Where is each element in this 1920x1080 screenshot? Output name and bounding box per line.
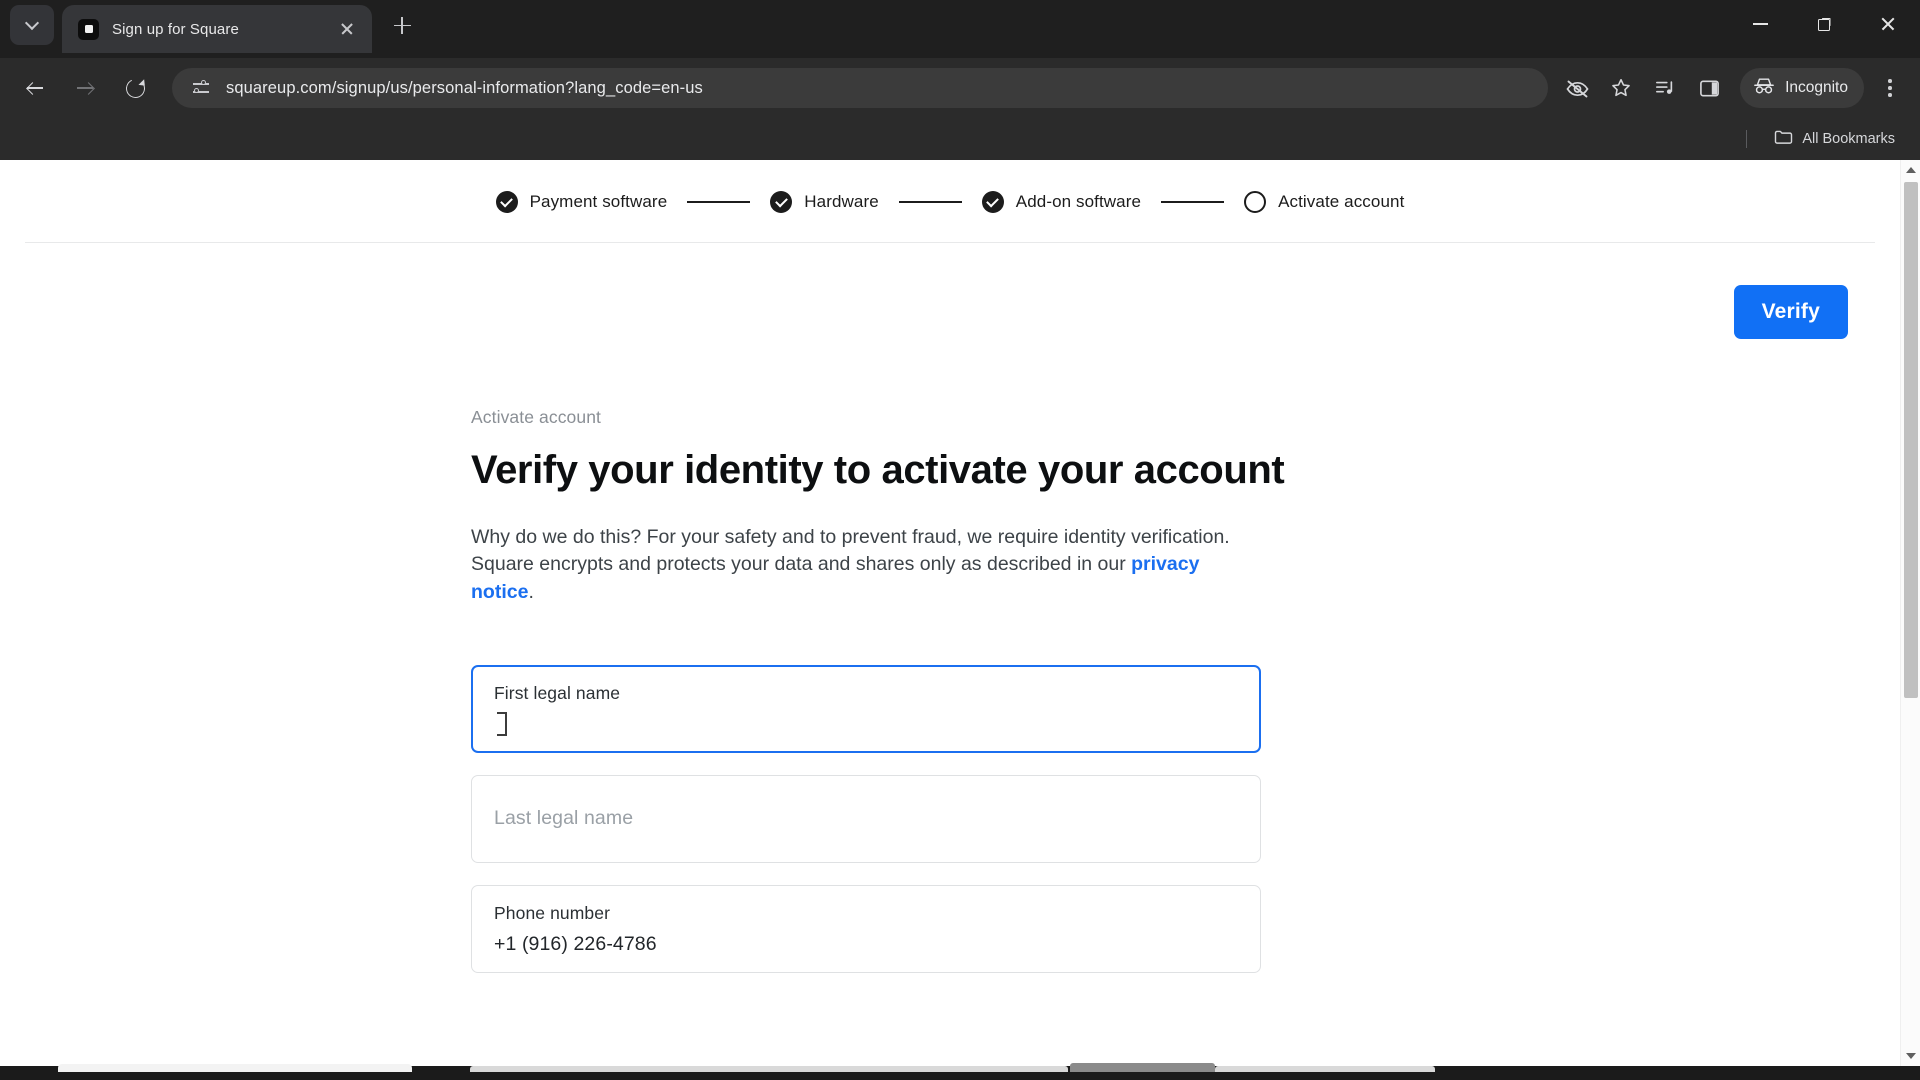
- description-line-2-before: Square encrypts and protects your data a…: [471, 553, 1132, 576]
- identity-form: First legal name Last legal name Phone n…: [471, 664, 1435, 973]
- close-icon: [340, 22, 354, 36]
- page-title: Verify your identity to activate your ac…: [471, 448, 1285, 492]
- browser-toolbar: squareup.com/signup/us/personal-informat…: [0, 58, 1920, 118]
- verify-button[interactable]: Verify: [1733, 285, 1848, 339]
- step-activate-account[interactable]: Activate account: [1244, 191, 1404, 213]
- os-taskbar: [0, 1063, 1920, 1080]
- close-window-button[interactable]: [1856, 0, 1920, 48]
- profile-label: Incognito: [1785, 79, 1848, 96]
- section-eyebrow: Activate account: [471, 407, 602, 427]
- tab-strip: Sign up for Square: [0, 0, 1920, 58]
- media-playlist-icon: [1654, 78, 1676, 98]
- scroll-up-arrow-icon[interactable]: [1901, 160, 1920, 180]
- incognito-hat-icon: [1752, 76, 1776, 101]
- step-check-icon: [770, 191, 793, 213]
- window-controls: [1728, 0, 1920, 48]
- taskbar-window-preview: [1215, 1066, 1435, 1072]
- phone-number-value: +1 (916) 226-4786: [494, 932, 657, 955]
- maximize-button[interactable]: [1792, 0, 1856, 48]
- tab-search-button[interactable]: [10, 4, 54, 45]
- first-legal-name-field[interactable]: First legal name: [471, 664, 1261, 753]
- taskbar-window-preview: [470, 1066, 1068, 1072]
- reload-icon: [122, 75, 148, 101]
- last-legal-name-field[interactable]: Last legal name: [471, 774, 1261, 863]
- plus-icon: [393, 17, 411, 34]
- phone-number-field[interactable]: Phone number +1 (916) 226-4786: [471, 884, 1261, 973]
- minimize-button[interactable]: [1728, 0, 1792, 48]
- first-legal-name-label: First legal name: [494, 682, 621, 703]
- folder-icon: [1774, 129, 1793, 150]
- all-bookmarks-button[interactable]: All Bookmarks: [1765, 124, 1904, 155]
- side-panel-icon: [1699, 78, 1720, 99]
- close-window-icon: [1880, 16, 1896, 32]
- description-line-1: Why do we do this? For your safety and t…: [471, 525, 1230, 548]
- verify-action-row: Verify: [0, 243, 1900, 339]
- step-label: Add-on software: [1015, 192, 1142, 211]
- text-cursor-icon: [497, 711, 507, 736]
- tab-title: Sign up for Square: [112, 20, 239, 38]
- bookmarks-divider: [1746, 130, 1748, 148]
- page-settings-icon[interactable]: [192, 78, 212, 98]
- taskbar-window-preview: [1070, 1063, 1215, 1072]
- restore-window-icon: [1817, 18, 1831, 31]
- page-viewport: Payment software Hardware Add-on softwar…: [0, 160, 1920, 1066]
- step-check-icon: [981, 191, 1004, 213]
- eye-off-icon: [1565, 79, 1589, 98]
- signup-page: Payment software Hardware Add-on softwar…: [0, 160, 1900, 1066]
- step-connector: [898, 201, 962, 203]
- step-payment-software[interactable]: Payment software: [495, 191, 668, 213]
- page-scrollbar[interactable]: [1900, 160, 1920, 1066]
- last-legal-name-placeholder: Last legal name: [494, 806, 634, 829]
- browser-window: Sign up for Square squareup.com/signup/u…: [0, 0, 1920, 1080]
- step-label: Hardware: [804, 192, 879, 211]
- all-bookmarks-label: All Bookmarks: [1802, 131, 1895, 147]
- step-connector: [1161, 201, 1225, 203]
- step-empty-circle-icon: [1244, 191, 1267, 213]
- side-panel-button[interactable]: [1688, 68, 1730, 108]
- tab-strip-left: Sign up for Square: [0, 0, 422, 58]
- back-arrow-icon: [25, 78, 45, 98]
- step-hardware[interactable]: Hardware: [770, 191, 879, 213]
- reload-button[interactable]: [115, 68, 155, 108]
- taskbar-window-preview: [58, 1064, 412, 1072]
- new-tab-button[interactable]: [382, 6, 422, 46]
- back-button[interactable]: [15, 68, 55, 108]
- url-text: squareup.com/signup/us/personal-informat…: [226, 78, 703, 97]
- step-check-icon: [495, 191, 518, 213]
- toolbar-icons: Incognito: [1556, 68, 1910, 108]
- step-label: Payment software: [529, 192, 668, 211]
- signup-progress-stepper: Payment software Hardware Add-on softwar…: [0, 160, 1900, 242]
- square-logo-icon: [78, 18, 99, 40]
- phone-number-label: Phone number: [494, 902, 611, 923]
- bookmark-button[interactable]: [1600, 68, 1642, 108]
- scrollbar-thumb[interactable]: [1904, 182, 1918, 698]
- address-bar[interactable]: squareup.com/signup/us/personal-informat…: [172, 68, 1549, 108]
- step-connector: [687, 201, 751, 203]
- tracking-protection-button[interactable]: [1556, 68, 1598, 108]
- three-dot-menu-icon[interactable]: [1870, 68, 1910, 108]
- profile-incognito-button[interactable]: Incognito: [1740, 68, 1864, 108]
- forward-arrow-icon: [75, 78, 95, 98]
- media-control-button[interactable]: [1644, 68, 1686, 108]
- description-line-2-after: .: [528, 581, 534, 604]
- minimize-icon: [1752, 23, 1768, 25]
- page-description: Why do we do this? For your safety and t…: [471, 524, 1231, 607]
- star-icon: [1610, 77, 1632, 99]
- browser-tab[interactable]: Sign up for Square: [62, 5, 372, 53]
- bookmarks-bar: All Bookmarks: [0, 118, 1920, 160]
- step-label: Activate account: [1278, 192, 1405, 211]
- forward-button[interactable]: [65, 68, 105, 108]
- scroll-down-arrow-icon[interactable]: [1901, 1046, 1920, 1066]
- step-add-on-software[interactable]: Add-on software: [981, 191, 1142, 213]
- chevron-down-icon: [26, 18, 39, 31]
- main-content: Activate account Verify your identity to…: [465, 407, 1435, 973]
- tab-close-button[interactable]: [334, 16, 360, 42]
